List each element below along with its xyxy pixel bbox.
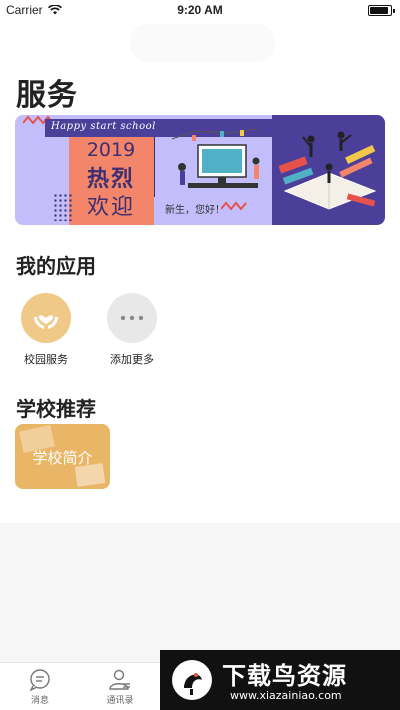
tab-contacts[interactable]: 通讯录 [90, 669, 150, 706]
school-recommend-title: 学校推荐 [16, 397, 96, 421]
more-dots-icon [120, 315, 144, 321]
zigzag-decoration-icon [221, 201, 247, 211]
status-time: 9:20 AM [177, 3, 223, 17]
app-icon-circle [107, 293, 157, 343]
watermark-overlay: 下载鸟资源 www.xiazainiao.com [160, 650, 400, 710]
computer-illustration-icon [171, 128, 260, 188]
app-campus-services[interactable]: 校园服务 [16, 293, 76, 367]
tab-label: 消息 [30, 696, 49, 706]
header-placeholder [130, 24, 275, 62]
school-intro-card[interactable]: 学校简介 [15, 424, 110, 489]
my-apps-grid: 校园服务 添加更多 [16, 293, 162, 367]
app-label: 添加更多 [110, 353, 154, 366]
my-apps-title: 我的应用 [16, 254, 96, 278]
banner-greeting: 新生，您好！ [165, 205, 225, 216]
contacts-icon [109, 669, 130, 690]
banner-tagline: Happy start school [51, 121, 156, 132]
banner-year: 2019 [86, 139, 136, 161]
banner-headline-2: 欢迎 [86, 195, 135, 220]
app-label: 校园服务 [24, 353, 68, 366]
message-bubble-icon [29, 669, 50, 691]
battery-icon [368, 5, 395, 16]
app-icon-circle [21, 293, 71, 343]
watermark-url: www.xiazainiao.com [230, 689, 342, 702]
bird-logo-icon [172, 660, 212, 700]
welcome-banner[interactable]: Happy start school 2019 热烈 欢迎 新生，您好！ [15, 115, 385, 225]
dots-pattern-decoration [53, 193, 73, 221]
app-add-more[interactable]: 添加更多 [102, 293, 162, 367]
tab-label: 通讯录 [106, 696, 134, 706]
hands-heart-icon [34, 315, 58, 329]
school-intro-label: 学校简介 [32, 449, 93, 467]
status-bar: Carrier 9:20 AM [0, 0, 400, 20]
page-title: 服务 [16, 78, 78, 113]
watermark-title: 下载鸟资源 [222, 662, 347, 690]
tab-messages[interactable]: 消息 [10, 669, 70, 706]
books-illustration-icon [278, 131, 377, 210]
